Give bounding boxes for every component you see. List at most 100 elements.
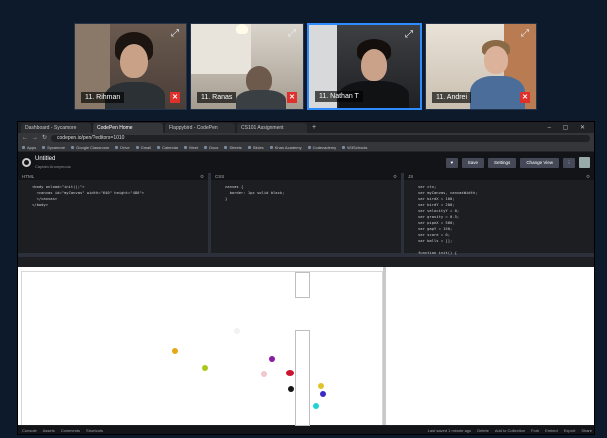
bookmark-item[interactable]: W3Schools [342, 145, 367, 150]
editor-header: JS ⚙ [404, 173, 594, 180]
url-input[interactable]: codepen.io/pen/?editors=1010 [51, 134, 590, 142]
browser-tab[interactable]: CS101 Assignment [237, 123, 307, 133]
bookmark-item[interactable]: Apps [22, 145, 36, 150]
video-feed [236, 90, 286, 109]
editor-label: JS [408, 174, 414, 179]
code-area[interactable]: <body onload="init();"> <canvas id="myCa… [18, 180, 208, 208]
bookmark-item[interactable]: Meet [184, 145, 198, 150]
ball [202, 365, 208, 371]
bookmark-item[interactable]: Calendar [157, 145, 178, 150]
ball [320, 391, 326, 397]
video-call-window: ⤢ 11. Rihman ✕ ⤢ 11. Ranas ✕ ⤢ 11. Natha… [0, 0, 607, 438]
last-saved-text: Last saved 1 minute ago [427, 427, 472, 433]
gear-icon[interactable]: ⚙ [200, 173, 204, 180]
result-preview[interactable] [18, 267, 594, 426]
html-editor[interactable]: HTML ⚙ <body onload="init();"> <canvas i… [18, 173, 211, 253]
js-editor[interactable]: JS ⚙ var ctx; var myCanvas, canvasWidth;… [404, 173, 594, 256]
expand-icon[interactable]: ⤢ [169, 28, 181, 40]
browser-tab-active[interactable]: CodePen Home [93, 123, 163, 133]
bookmark-item[interactable]: Gmail [136, 145, 151, 150]
pipe-top [295, 272, 310, 298]
fork-button[interactable]: Fork [531, 428, 539, 433]
browser-tab[interactable]: Dashboard - Sycamore [21, 123, 91, 133]
video-feed [361, 49, 387, 81]
header-actions: ♥ Save Settings Change View ⋮ [445, 157, 590, 168]
bookmarks-bar: Apps Sycamore Google Classroom Drive Gma… [18, 143, 594, 152]
share-button[interactable]: Share [581, 428, 592, 433]
codepen-header: Untitled Captain Anonymous ♥ Save Settin… [18, 152, 594, 173]
shortcuts-button[interactable]: Shortcuts [86, 428, 103, 433]
pen-author: Captain Anonymous [35, 163, 71, 169]
codepen-logo-icon[interactable] [22, 158, 31, 167]
ball [261, 371, 267, 377]
expand-icon[interactable]: ⤢ [286, 28, 298, 40]
participant-tile[interactable]: ⤢ 11. Andrei ✕ [425, 23, 537, 110]
embed-button[interactable]: Embed [545, 428, 558, 433]
css-editor[interactable]: CSS ⚙ canvas { border: 1px solid black; … [211, 173, 404, 253]
gear-icon[interactable]: ⚙ [393, 173, 397, 180]
save-button[interactable]: Save [461, 157, 485, 168]
video-feed [236, 24, 248, 34]
editor-panels: HTML ⚙ <body onload="init();"> <canvas i… [18, 173, 594, 257]
assets-button[interactable]: Assets [43, 428, 55, 433]
bookmark-item[interactable]: Google Classroom [71, 145, 109, 150]
bookmark-item[interactable]: Khan Academy [270, 145, 302, 150]
avatar[interactable] [579, 157, 590, 168]
participant-name: 11. Andrei [432, 92, 472, 103]
game-canvas[interactable] [21, 271, 383, 426]
expand-icon[interactable]: ⤢ [403, 29, 415, 41]
address-bar: ← → ↻ codepen.io/pen/?editors=1010 [18, 133, 594, 143]
export-button[interactable]: Export [564, 428, 576, 433]
mic-off-icon: ✕ [170, 92, 180, 103]
forward-icon[interactable]: → [32, 134, 38, 142]
settings-button[interactable]: Settings [488, 157, 517, 168]
bookmark-item[interactable]: Docs [204, 145, 218, 150]
change-view-button[interactable]: Change View [520, 157, 559, 168]
code-area[interactable]: var ctx; var myCanvas, canvasWidth; var … [404, 180, 594, 256]
bird [286, 370, 294, 376]
participant-tile[interactable]: ⤢ 11. Ranas ✕ [190, 23, 304, 110]
video-feed [484, 46, 508, 74]
gear-icon[interactable]: ⚙ [586, 173, 590, 180]
codepen-footer: Console Assets Comments Shortcuts Last s… [18, 426, 594, 434]
bookmark-item[interactable]: Slides [248, 145, 264, 150]
browser-tab[interactable]: Flappybird - CodePen [165, 123, 235, 133]
delete-button[interactable]: Delete [477, 428, 489, 433]
mic-off-icon: ✕ [287, 92, 297, 103]
pipe-bottom [295, 330, 310, 426]
editor-header: HTML ⚙ [18, 173, 208, 180]
more-icon[interactable]: ⋮ [563, 157, 575, 168]
expand-icon[interactable]: ⤢ [519, 28, 531, 40]
pen-title-text: Untitled [35, 155, 56, 162]
shared-screen-browser: Dashboard - Sycamore CodePen Home Flappy… [17, 121, 595, 435]
editor-label: HTML [22, 174, 35, 179]
reload-icon[interactable]: ↻ [42, 134, 47, 142]
pen-title[interactable]: Untitled Captain Anonymous [35, 156, 71, 170]
participant-name: 11. Rihman [81, 92, 125, 103]
new-tab-icon[interactable]: + [312, 123, 316, 133]
code-area[interactable]: canvas { border: 1px solid black; } [211, 180, 401, 202]
participant-tile-active[interactable]: ⤢ 11. Nathan T [307, 23, 422, 110]
bookmark-item[interactable]: Sycamore [42, 145, 65, 150]
tab-bar: Dashboard - Sycamore CodePen Home Flappy… [18, 122, 594, 133]
console-button[interactable]: Console [22, 428, 37, 433]
ball [172, 348, 178, 354]
back-icon[interactable]: ← [22, 134, 28, 142]
ball [269, 356, 275, 362]
bookmark-item[interactable]: Codecademy [308, 145, 337, 150]
editor-header: CSS ⚙ [211, 173, 401, 180]
bookmark-item[interactable]: Sheets [224, 145, 241, 150]
ball [318, 383, 324, 389]
participant-tile[interactable]: ⤢ 11. Rihman ✕ [74, 23, 187, 110]
ball [234, 328, 240, 334]
bookmark-item[interactable]: Drive [115, 145, 129, 150]
footer-actions: Last saved 1 minute ago Delete Add to Co… [428, 428, 592, 433]
add-to-collection-button[interactable]: Add to Collection [495, 428, 525, 433]
comments-button[interactable]: Comments [61, 428, 80, 433]
window-controls[interactable]: – ▢ ✕ [548, 123, 594, 133]
like-icon[interactable]: ♥ [445, 157, 458, 168]
video-feed [470, 76, 525, 109]
video-feed [120, 44, 148, 78]
pane-divider[interactable] [383, 267, 386, 425]
participant-name: 11. Ranas [197, 92, 237, 103]
